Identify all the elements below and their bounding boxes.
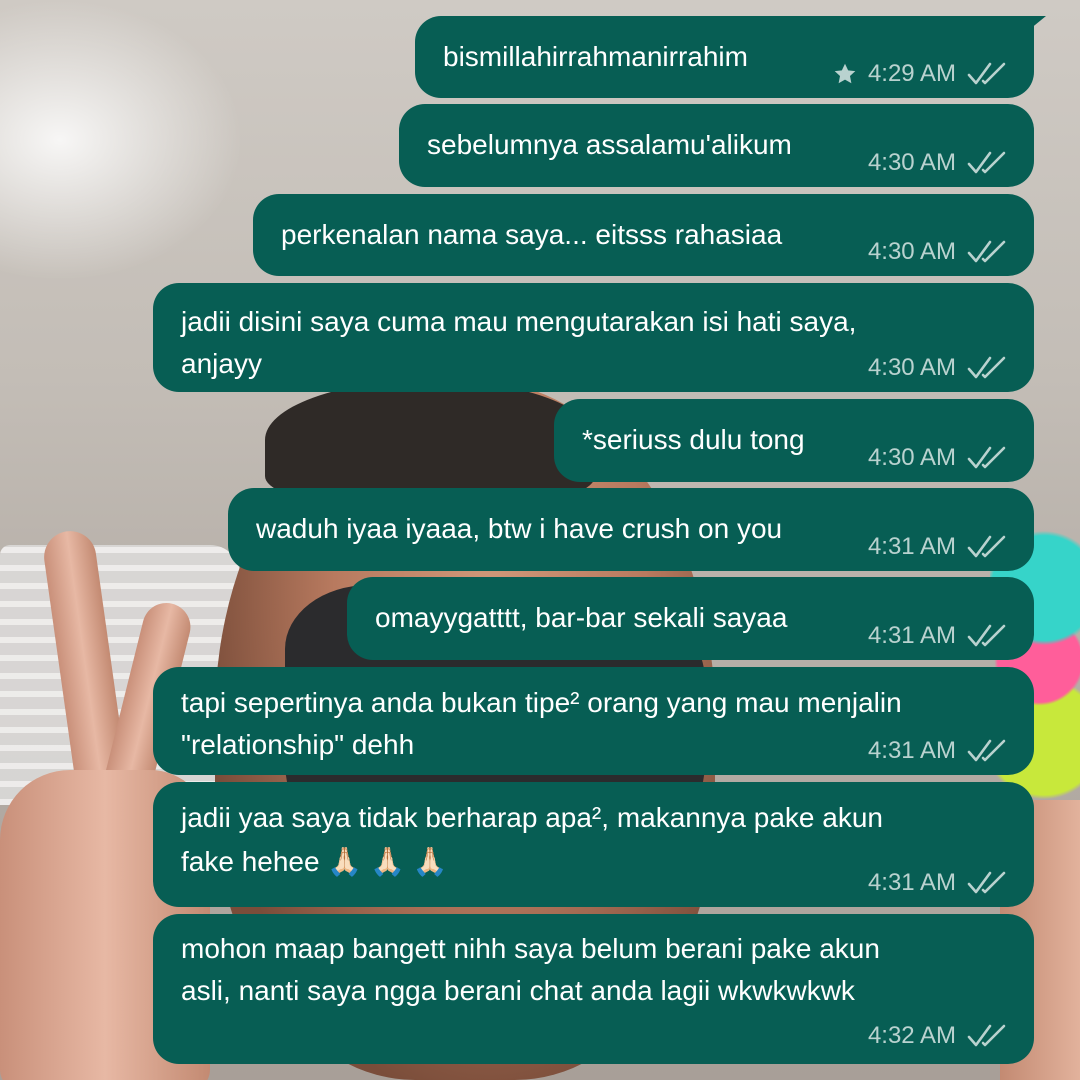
message-bubble[interactable]: tapi sepertinya anda bukan tipe² orang y…: [153, 667, 1034, 775]
message-time: 4:31 AM: [867, 533, 956, 560]
double-check-icon: [966, 445, 1008, 471]
message-meta: 4:30 AM: [868, 354, 1008, 382]
message-meta: 4:30 AM: [868, 444, 1008, 472]
double-check-icon: [966, 355, 1008, 381]
message-time: 4:30 AM: [867, 238, 956, 265]
star-icon: [832, 61, 858, 87]
double-check-icon: [966, 738, 1008, 764]
double-check-icon: [966, 1023, 1008, 1049]
message-bubble[interactable]: waduh iyaa iyaaa, btw i have crush on yo…: [228, 488, 1034, 571]
message-time: 4:30 AM: [867, 354, 956, 381]
message-meta: 4:31 AM: [868, 622, 1008, 650]
message-bubble[interactable]: mohon maap bangett nihh saya belum beran…: [153, 914, 1034, 1064]
message-bubble[interactable]: perkenalan nama saya... eitsss rahasiaa …: [253, 194, 1034, 276]
message-meta: 4:30 AM: [868, 238, 1008, 266]
bubble-tail: [1024, 16, 1046, 34]
message-bubble[interactable]: sebelumnya assalamu'alikum 4:30 AM: [399, 104, 1034, 187]
double-check-icon: [966, 534, 1008, 560]
double-check-icon: [966, 61, 1008, 87]
message-bubble[interactable]: bismillahirrahmanirrahim 4:29 AM: [415, 16, 1046, 98]
message-meta: 4:31 AM: [868, 737, 1008, 765]
message-bubble[interactable]: jadii yaa saya tidak berharap apa², maka…: [153, 782, 1034, 907]
double-check-icon: [966, 623, 1008, 649]
double-check-icon: [966, 150, 1008, 176]
message-bubble[interactable]: jadii disini saya cuma mau mengutarakan …: [153, 283, 1034, 392]
double-check-icon: [966, 239, 1008, 265]
message-time: 4:31 AM: [867, 737, 956, 764]
message-text: mohon maap bangett nihh saya belum beran…: [181, 933, 880, 1006]
message-meta: 4:32 AM: [868, 1022, 1008, 1050]
message-time: 4:30 AM: [867, 444, 956, 471]
message-bubble[interactable]: *seriuss dulu tong 4:30 AM: [554, 399, 1034, 482]
message-meta: 4:30 AM: [868, 149, 1008, 177]
message-time: 4:32 AM: [867, 1022, 956, 1049]
message-time: 4:29 AM: [867, 60, 956, 87]
message-meta: 4:29 AM: [832, 60, 1008, 88]
chat-message-list[interactable]: bismillahirrahmanirrahim 4:29 AM sebelum…: [0, 0, 1080, 1080]
message-time: 4:31 AM: [867, 869, 956, 896]
message-meta: 4:31 AM: [868, 869, 1008, 897]
message-bubble[interactable]: omayygatttt, bar-bar sekali sayaa 4:31 A…: [347, 577, 1034, 660]
double-check-icon: [966, 870, 1008, 896]
message-meta: 4:31 AM: [868, 533, 1008, 561]
message-time: 4:30 AM: [867, 149, 956, 176]
message-time: 4:31 AM: [867, 622, 956, 649]
